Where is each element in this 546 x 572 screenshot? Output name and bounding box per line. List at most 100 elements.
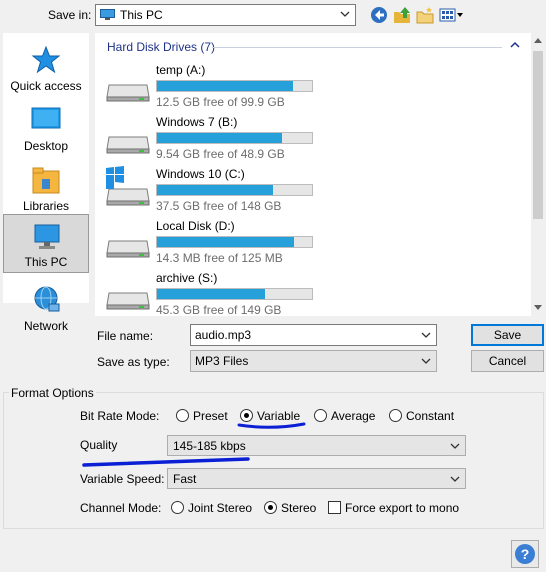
place-label: Libraries: [22, 199, 70, 213]
chevron-down-icon: [450, 443, 460, 449]
quality-select[interactable]: 145-185 kbps: [167, 435, 466, 456]
cancel-button[interactable]: Cancel: [471, 350, 544, 372]
radio-circle[interactable]: [176, 409, 189, 422]
drive-usage-bar: [156, 132, 313, 144]
hard-drive-icon: [106, 292, 150, 310]
bit-rate-mode-label: Bit Rate Mode:: [80, 409, 160, 423]
radio-average[interactable]: Average: [314, 408, 384, 424]
file-name-value[interactable]: audio.mp3: [195, 328, 251, 342]
radio-constant[interactable]: Constant: [389, 408, 464, 424]
save-as-type-label: Save as type:: [97, 355, 170, 369]
drive-free-text: 37.5 GB free of 148 GB: [156, 199, 282, 213]
drive-free-text: 45.3 GB free of 149 GB: [156, 303, 282, 317]
checkbox-box[interactable]: [328, 501, 341, 514]
chevron-up-icon[interactable]: [510, 41, 520, 49]
drive-name: Windows 10 (C:): [156, 167, 245, 181]
places-bar: Quick access Desktop Libraries This PC N…: [3, 33, 89, 333]
radio-circle[interactable]: [314, 409, 327, 422]
chevron-down-icon: [421, 358, 431, 364]
drive-name: Local Disk (D:): [156, 219, 235, 233]
save-in-combo[interactable]: This PC: [95, 4, 356, 26]
annotation-underline: [237, 422, 306, 429]
place-network[interactable]: Network: [3, 279, 89, 337]
place-label: Desktop: [23, 139, 69, 153]
drive-usage-bar: [156, 184, 313, 196]
radio-label: Joint Stereo: [188, 501, 253, 515]
drive-usage-fill: [157, 289, 265, 299]
drive-usage-fill: [157, 185, 273, 195]
variable-speed-value: Fast: [173, 472, 197, 486]
up-folder-icon[interactable]: [393, 6, 411, 24]
help-icon: ?: [515, 544, 535, 564]
drive-item[interactable]: Windows 7 (B:) 9.54 GB free of 48.9 GB: [95, 113, 515, 165]
back-icon[interactable]: [370, 6, 388, 24]
place-desktop[interactable]: Desktop: [3, 99, 89, 157]
group-title[interactable]: Hard Disk Drives (7): [107, 40, 215, 54]
place-label: This PC: [24, 255, 68, 269]
radio-label: Preset: [193, 409, 228, 423]
format-options-title: Format Options: [9, 386, 96, 400]
place-label: Network: [23, 319, 68, 333]
annotation-underline: [82, 457, 250, 467]
save-in-value: This PC: [120, 8, 163, 22]
hard-drive-icon: [106, 136, 150, 154]
radio-label: Constant: [406, 409, 455, 423]
file-list[interactable]: Hard Disk Drives (7) temp (A:) 12.5 GB f…: [95, 33, 531, 317]
group-divider: [212, 47, 502, 48]
radio-joint-stereo[interactable]: Joint Stereo: [171, 500, 256, 516]
file-list-scrollbar[interactable]: [531, 33, 545, 316]
radio-stereo[interactable]: Stereo: [264, 500, 324, 516]
hard-drive-icon: [106, 84, 150, 102]
drive-item[interactable]: temp (A:) 12.5 GB free of 99.9 GB: [95, 61, 515, 113]
scroll-down-icon[interactable]: [534, 305, 542, 311]
save-as-type-select[interactable]: MP3 Files: [190, 350, 437, 372]
radio-label: Average: [331, 409, 376, 423]
place-libraries[interactable]: Libraries: [3, 159, 89, 217]
checkbox-label: Force export to mono: [345, 501, 460, 515]
channel-mode-label: Channel Mode:: [80, 501, 162, 515]
drive-item[interactable]: Local Disk (D:) 14.3 MB free of 125 MB: [95, 217, 515, 269]
drive-usage-bar: [156, 236, 313, 248]
help-button[interactable]: ?: [511, 540, 539, 568]
drive-item[interactable]: archive (S:) 45.3 GB free of 149 GB: [95, 269, 515, 321]
file-name-input[interactable]: audio.mp3: [190, 324, 437, 346]
network-icon: [34, 286, 60, 312]
place-quick-access[interactable]: Quick access: [3, 39, 89, 97]
scrollbar-thumb[interactable]: [533, 51, 543, 219]
drive-name: Windows 7 (B:): [156, 115, 238, 129]
view-menu-icon[interactable]: [439, 6, 465, 24]
variable-speed-label: Variable Speed:: [80, 472, 165, 486]
drive-usage-bar: [156, 80, 313, 92]
desktop-icon: [31, 107, 61, 129]
hard-drive-icon: [106, 240, 150, 258]
force-mono-checkbox[interactable]: Force export to mono: [328, 500, 468, 516]
radio-circle[interactable]: [264, 501, 277, 514]
new-folder-icon[interactable]: [416, 6, 434, 24]
save-button[interactable]: Save: [471, 324, 544, 346]
quality-value: 145-185 kbps: [173, 439, 246, 453]
radio-circle[interactable]: [171, 501, 184, 514]
drive-name: archive (S:): [156, 271, 218, 285]
radio-circle[interactable]: [389, 409, 402, 422]
drive-free-text: 12.5 GB free of 99.9 GB: [156, 95, 285, 109]
drive-name: temp (A:): [156, 63, 206, 77]
drive-free-text: 14.3 MB free of 125 MB: [156, 251, 283, 265]
chevron-down-icon: [340, 11, 350, 17]
libraries-icon: [32, 167, 60, 194]
scroll-up-icon[interactable]: [534, 37, 542, 43]
windows-logo-icon: [106, 166, 124, 183]
chevron-down-icon[interactable]: [421, 331, 431, 339]
place-label: Quick access: [10, 79, 82, 93]
quality-label: Quality: [80, 438, 118, 452]
radio-preset[interactable]: Preset: [176, 408, 236, 424]
chevron-down-icon: [450, 476, 460, 482]
drive-item[interactable]: Windows 10 (C:) 37.5 GB free of 148 GB: [95, 165, 515, 217]
this-pc-icon: [100, 9, 115, 20]
drive-usage-bar: [156, 288, 313, 300]
place-this-pc[interactable]: This PC: [3, 214, 89, 273]
variable-speed-select[interactable]: Fast: [167, 468, 466, 489]
this-pc-icon: [34, 224, 60, 249]
drive-usage-fill: [157, 237, 295, 247]
save-in-label: Save in:: [48, 8, 92, 22]
drive-usage-fill: [157, 81, 293, 91]
